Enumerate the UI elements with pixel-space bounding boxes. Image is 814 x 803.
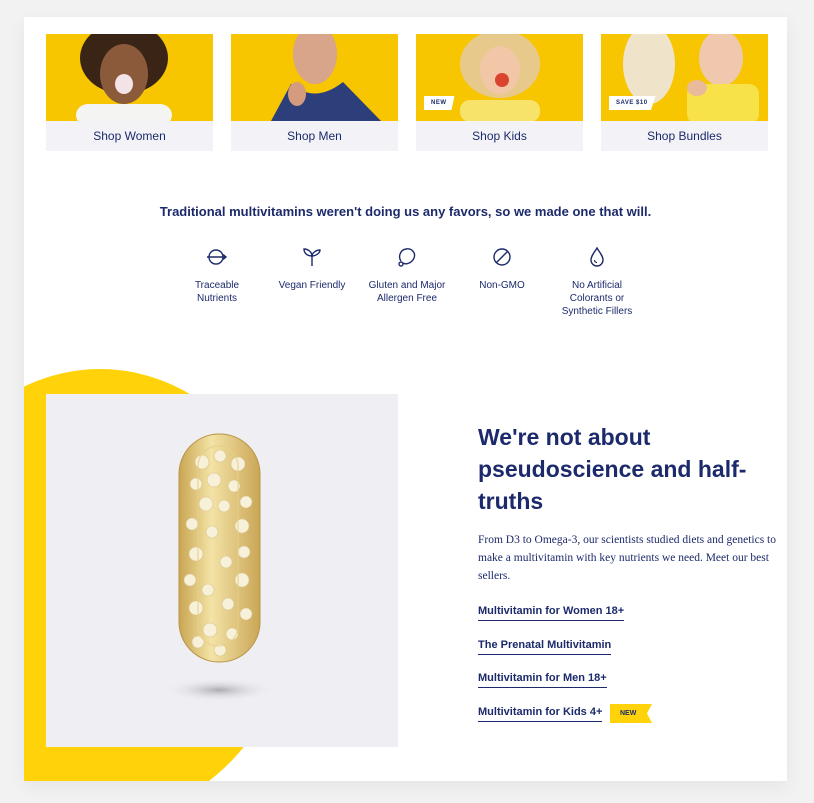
category-tile-kids[interactable]: NEW Shop Kids <box>416 34 583 151</box>
link-prenatal-multivitamin[interactable]: The Prenatal Multivitamin <box>478 639 612 655</box>
promo-title: We're not about pseudoscience and half-t… <box>478 424 747 514</box>
sprout-icon <box>303 248 321 266</box>
category-label: Shop Women <box>93 129 166 143</box>
feature-text: No Artificial Colorants or Synthetic Fille… <box>561 280 633 317</box>
promo-body: From D3 to Omega-3, our scientists studi… <box>478 534 776 582</box>
feature-no-artificial: No Artificial Colorants or Synthetic Fille… <box>555 245 639 318</box>
women-photo <box>46 34 213 121</box>
link-multivitamin-kids[interactable]: Multivitamin for Kids 4+ <box>478 706 603 722</box>
feature-text: Traceable Nutrients <box>194 280 240 304</box>
category-tile-bundles[interactable]: SAVE $10 Shop Bundles <box>601 34 768 151</box>
category-tile-women[interactable]: Shop Women <box>46 34 213 151</box>
category-label: Shop Men <box>287 129 342 143</box>
category-label: Shop Kids <box>472 129 527 143</box>
feature-traceable: Traceable Nutrients <box>175 245 259 305</box>
link-multivitamin-men[interactable]: Multivitamin for Men 18+ <box>478 672 607 688</box>
page-card: Shop Women Shop Men NEW Shop Kids SAVE $… <box>24 17 787 781</box>
category-label: Shop Bundles <box>647 129 722 143</box>
feature-allergen: Gluten and Major Allergen Free <box>365 245 449 305</box>
link-multivitamin-women[interactable]: Multivitamin for Women 18+ <box>478 605 625 621</box>
allergen-icon <box>398 248 416 267</box>
feature-vegan: Vegan Friendly <box>270 245 354 292</box>
category-tile-men[interactable]: Shop Men <box>231 34 398 151</box>
new-tag: NEW <box>610 704 652 723</box>
men-photo <box>231 34 398 121</box>
feature-text: Vegan Friendly <box>278 280 346 291</box>
feature-non-gmo: Non-GMO <box>460 245 544 292</box>
traceable-icon <box>207 249 228 265</box>
feature-text: Gluten and Major Allergen Free <box>368 280 446 304</box>
droplet-icon <box>590 246 604 267</box>
save-badge: SAVE $10 <box>609 96 656 110</box>
value-prop-headline: Traditional multivitamins weren't doing … <box>159 204 652 219</box>
feature-text: Non-GMO <box>479 280 525 291</box>
new-badge: NEW <box>424 96 455 110</box>
capsule-image <box>46 394 398 747</box>
no-symbol-icon <box>493 248 511 266</box>
